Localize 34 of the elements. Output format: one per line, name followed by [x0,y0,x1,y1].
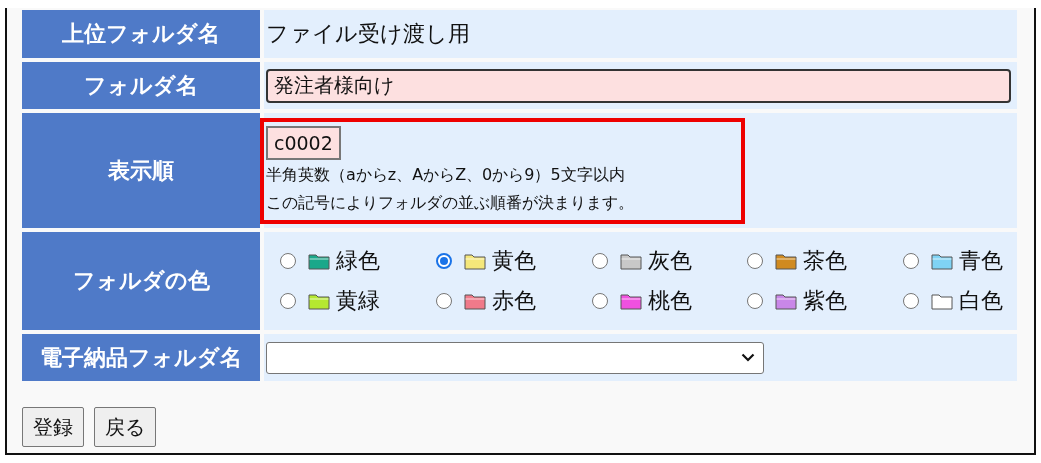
radio-button[interactable] [903,253,919,269]
color-label: 赤色 [491,287,536,315]
color-label: 青色 [959,247,1003,275]
radio-button[interactable] [280,253,296,269]
form-button[interactable]: 戻る [94,407,156,447]
color-label: 紫色 [803,287,848,315]
radio-button[interactable] [747,293,764,309]
color-label: 黄色 [491,247,536,275]
field-value: ファイル受け渡し用 [266,20,471,48]
form-button[interactable]: 登録 [22,407,84,447]
radio-button[interactable] [435,253,452,269]
hint-text: 半角英数（aからz、AからZ、0から9）5文字以内 [266,163,625,186]
color-label: 緑色 [336,247,380,275]
display-order-field[interactable]: c0002 [266,125,341,160]
chevron-down-icon [741,353,755,362]
field-label: 上位フォルダ名 [22,10,260,58]
radio-button[interactable] [903,293,919,309]
color-label: 灰色 [647,247,692,275]
radio-button[interactable] [747,253,764,269]
radio-button[interactable] [280,293,296,309]
field-label: 電子納品フォルダ名 [22,334,260,381]
radio-button[interactable] [435,293,452,309]
color-label: 茶色 [803,247,848,275]
dropdown-field[interactable] [266,341,764,374]
radio-button[interactable] [591,293,608,309]
color-label: 桃色 [647,287,692,315]
field-label: 表示順 [22,113,260,228]
field-label: フォルダの色 [22,232,260,330]
field-label: フォルダ名 [22,62,260,109]
color-label: 白色 [959,287,1003,315]
folder-name-field[interactable]: 発注者様向け [266,68,1011,103]
hint-text: この記号によりフォルダの並ぶ順番が決まります。 [266,191,634,214]
color-label: 黄緑 [336,287,380,315]
radio-button[interactable] [591,253,608,269]
